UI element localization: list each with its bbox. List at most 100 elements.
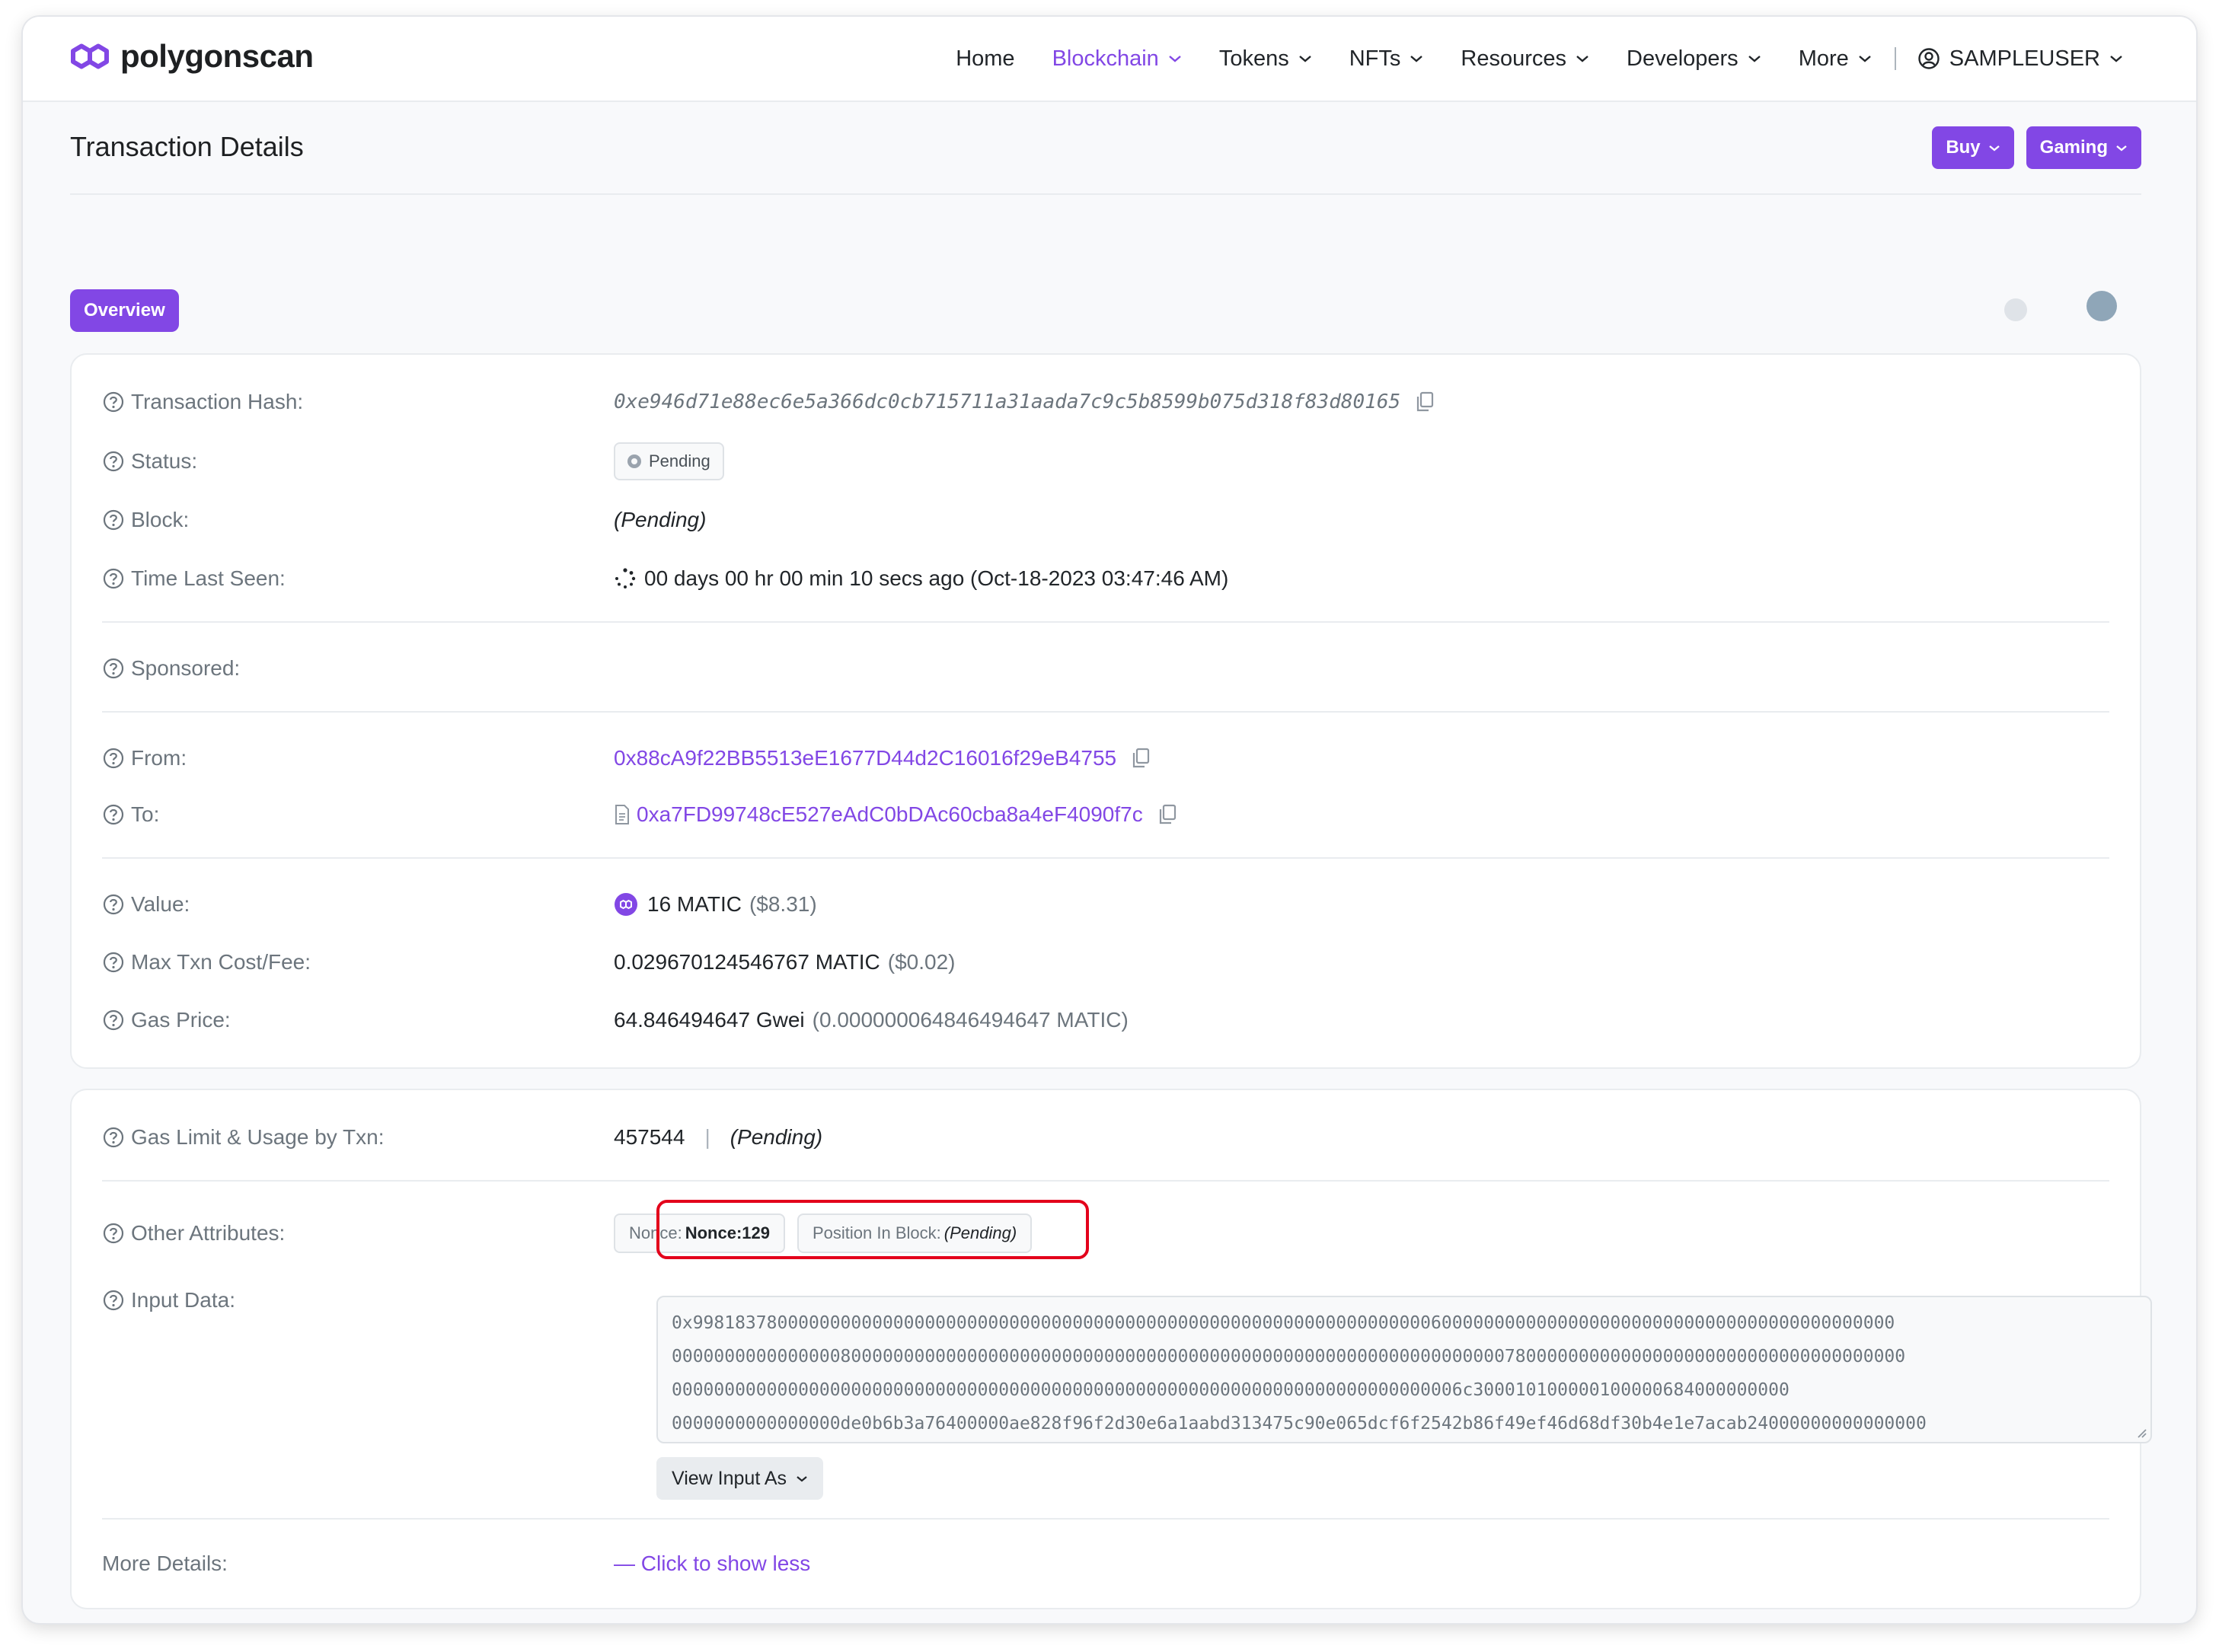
nav-tokens[interactable]: Tokens xyxy=(1219,46,1312,72)
spinner-icon xyxy=(615,568,636,588)
nav-divider xyxy=(1894,47,1896,70)
question-circle-icon[interactable] xyxy=(102,1009,125,1032)
polygon-logo-icon xyxy=(71,43,109,69)
to-label: To: xyxy=(102,802,614,827)
gas-limit-value: 457544 xyxy=(614,1125,685,1149)
question-circle-icon[interactable] xyxy=(102,450,125,473)
nav-resources[interactable]: Resources xyxy=(1461,46,1589,72)
max-txn-cost-amount: 0.029670124546767 MATIC xyxy=(614,950,880,974)
row-to: To: 0xa7FD99748cE527eAdC0bDAc60cba8a4eF4… xyxy=(102,792,2109,837)
gas-price-amount: 64.846494647 Gwei xyxy=(614,1008,805,1032)
status-badge: Pending xyxy=(614,442,724,480)
question-circle-icon[interactable] xyxy=(102,567,125,590)
time-last-seen-label: Time Last Seen: xyxy=(102,566,614,591)
to-address-link[interactable]: 0xa7FD99748cE527eAdC0bDAc60cba8a4eF4090f… xyxy=(637,802,1143,827)
divider xyxy=(102,857,2109,859)
highlight-box xyxy=(656,1200,1089,1259)
nav-home[interactable]: Home xyxy=(956,46,1014,72)
nav-developers[interactable]: Developers xyxy=(1627,46,1761,72)
gas-separator: | xyxy=(704,1125,710,1149)
input-data-textarea[interactable]: 0x99818378000000000000000000000000000000… xyxy=(656,1296,2152,1443)
resize-handle-icon[interactable] xyxy=(2135,1427,2147,1439)
value-amount: 16 MATIC xyxy=(647,892,742,916)
question-circle-icon[interactable] xyxy=(102,747,125,770)
input-data-line: 0x99818378000000000000000000000000000000… xyxy=(672,1313,1895,1333)
question-circle-icon[interactable] xyxy=(102,893,125,916)
nav-blockchain-label: Blockchain xyxy=(1052,46,1159,71)
site-logo[interactable]: polygonscan xyxy=(69,38,314,75)
row-time-last-seen: Time Last Seen: 00 days 00 hr 00 min 10 … xyxy=(102,556,2109,601)
sponsored-label: Sponsored: xyxy=(102,656,614,681)
chevron-down-icon xyxy=(1169,56,1181,62)
view-input-as-button[interactable]: View Input As xyxy=(656,1457,824,1500)
copy-icon[interactable] xyxy=(1130,747,1151,770)
nav-developers-label: Developers xyxy=(1627,46,1738,71)
question-circle-icon[interactable] xyxy=(102,803,125,826)
row-value: Value: 16 MATIC ($8.31) xyxy=(102,882,2109,927)
input-data-line: 0000000000000000de0b6b3a76400000ae828f96… xyxy=(672,1414,1927,1434)
row-transaction-hash: Transaction Hash: 0xe946d71e88ec6e5a366d… xyxy=(102,379,2109,425)
question-circle-icon[interactable] xyxy=(102,657,125,680)
page-title: Transaction Details xyxy=(70,131,304,162)
title-buttons: Buy Gaming xyxy=(1920,126,2141,169)
row-other-attributes: Other Attributes: Nonce: Nonce:129 Posit… xyxy=(102,1200,2109,1259)
gaming-button[interactable]: Gaming xyxy=(2026,126,2141,169)
input-data-line: 0000000000000000800000000000000000000000… xyxy=(672,1347,1906,1367)
buy-button-label: Buy xyxy=(1946,137,1981,158)
nav-more-label: More xyxy=(1798,46,1849,71)
title-divider xyxy=(70,193,2141,195)
nav-nfts-label: NFTs xyxy=(1349,46,1401,71)
row-max-txn-cost: Max Txn Cost/Fee: 0.029670124546767 MATI… xyxy=(102,939,2109,985)
nav-tokens-label: Tokens xyxy=(1218,46,1289,71)
browser-window: polygonscan Home Blockchain Tokens NFTs … xyxy=(23,17,2196,1623)
chevron-down-icon xyxy=(2110,56,2122,62)
show-less-link[interactable]: — Click to show less xyxy=(614,1552,810,1576)
pending-dot-icon xyxy=(627,454,641,468)
copy-icon[interactable] xyxy=(1157,803,1178,826)
block-label: Block: xyxy=(102,508,614,532)
more-details-label: More Details: xyxy=(102,1552,228,1575)
row-more-details: More Details: — Click to show less xyxy=(102,1541,2109,1587)
question-circle-icon[interactable] xyxy=(102,951,125,974)
status-label: Status: xyxy=(102,449,614,474)
row-sponsored: Sponsored: xyxy=(102,646,2109,691)
chevron-down-icon xyxy=(1576,56,1588,62)
indicator-dot-active[interactable] xyxy=(2086,291,2117,321)
nav-blockchain[interactable]: Blockchain xyxy=(1052,46,1182,72)
question-circle-icon[interactable] xyxy=(102,1289,125,1312)
question-circle-icon[interactable] xyxy=(102,1126,125,1149)
row-status: Status: Pending xyxy=(102,439,2109,484)
question-circle-icon[interactable] xyxy=(102,391,125,413)
user-name: SAMPLEUSER xyxy=(1949,46,2100,71)
overview-card: Transaction Hash: 0xe946d71e88ec6e5a366d… xyxy=(70,353,2141,1069)
max-txn-cost-label: Max Txn Cost/Fee: xyxy=(102,950,614,974)
nav-nfts[interactable]: NFTs xyxy=(1349,46,1424,72)
nav-more[interactable]: More xyxy=(1799,46,1872,72)
matic-token-icon xyxy=(615,893,637,916)
chevron-down-icon xyxy=(1410,56,1423,62)
transaction-hash-value: 0xe946d71e88ec6e5a366dc0cb715711a31aada7… xyxy=(614,391,1401,413)
input-data-label: Input Data: xyxy=(102,1288,614,1312)
max-txn-cost-usd: ($0.02) xyxy=(887,950,956,974)
question-circle-icon[interactable] xyxy=(102,509,125,531)
copy-icon[interactable] xyxy=(1414,391,1435,413)
view-input-as-label: View Input As xyxy=(672,1467,787,1489)
other-attributes-label: Other Attributes: xyxy=(102,1221,614,1245)
indicator-dot[interactable] xyxy=(2004,298,2027,321)
nav-resources-label: Resources xyxy=(1461,46,1566,71)
tab-overview[interactable]: Overview xyxy=(70,289,179,332)
from-address-link[interactable]: 0x88cA9f22BB5513eE1677D44d2C16016f29eB47… xyxy=(614,746,1116,770)
from-label: From: xyxy=(102,746,614,770)
chevron-down-icon xyxy=(797,1475,807,1481)
divider xyxy=(102,1180,2109,1182)
gas-price-detail: (0.000000064846494647 MATIC) xyxy=(812,1008,1129,1032)
divider xyxy=(102,711,2109,713)
chevron-down-icon xyxy=(1748,56,1761,62)
buy-button[interactable]: Buy xyxy=(1932,126,2014,169)
input-data-line: 0000000000000000000000000000000000000000… xyxy=(672,1380,1790,1400)
divider xyxy=(102,1518,2109,1520)
gas-price-label: Gas Price: xyxy=(102,1008,614,1032)
chevron-down-icon xyxy=(1988,145,2000,151)
question-circle-icon[interactable] xyxy=(102,1222,125,1245)
user-menu[interactable]: SAMPLEUSER xyxy=(1917,46,2132,72)
